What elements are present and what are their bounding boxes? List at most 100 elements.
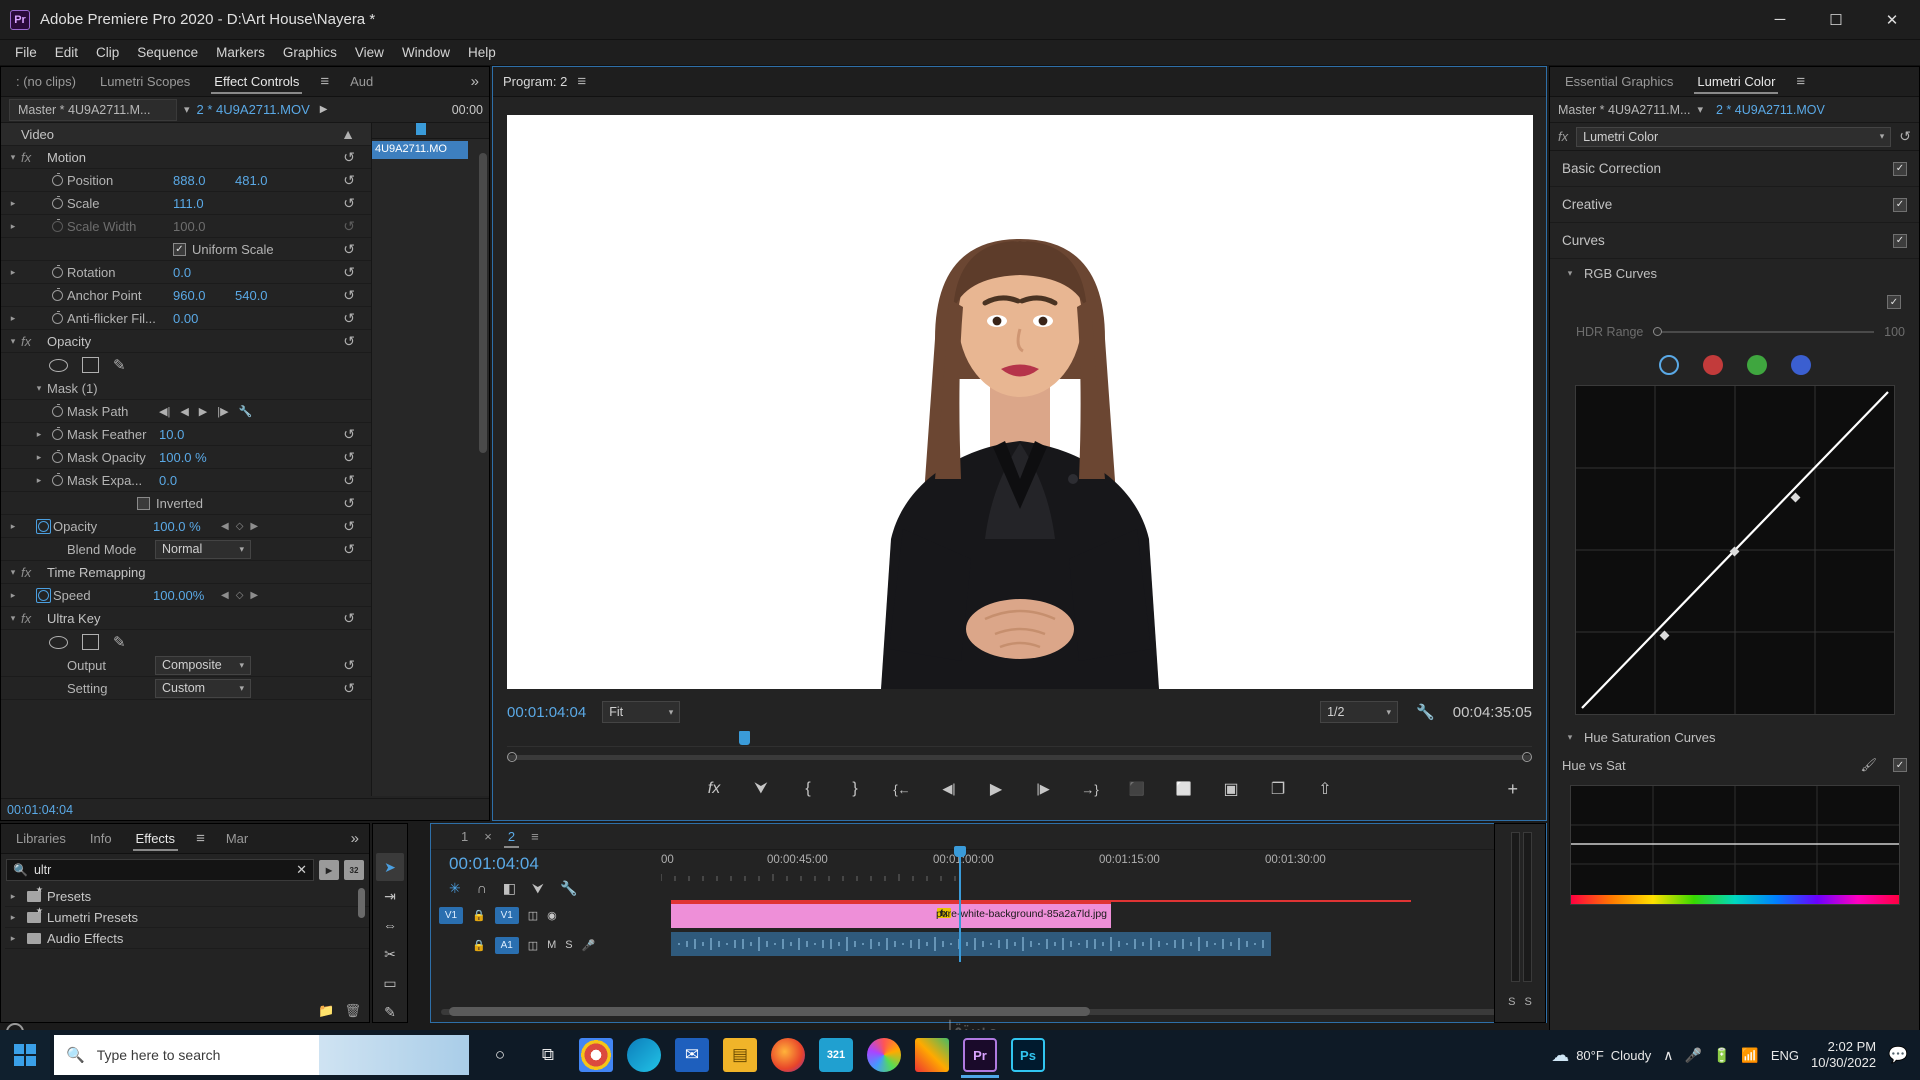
menu-graphics[interactable]: Graphics <box>274 42 346 63</box>
timeline-playhead-timecode[interactable]: 00:01:04:04 <box>449 854 539 874</box>
timeline-playhead[interactable] <box>959 852 961 962</box>
menu-sequence[interactable]: Sequence <box>128 42 207 63</box>
subsection-hue-saturation-curves[interactable]: Hue Saturation Curves <box>1550 723 1919 751</box>
mute-track-button[interactable]: M <box>547 939 556 951</box>
effects-search-input[interactable]: ultr <box>34 863 290 877</box>
group-time-remapping[interactable]: fx Time Remapping <box>1 561 371 584</box>
time-remapping-disclosure-icon[interactable] <box>5 567 21 578</box>
tab-audio[interactable]: Aud <box>339 69 384 94</box>
lumetri-effect-dropdown[interactable]: Lumetri Color ▾ <box>1576 127 1891 147</box>
hdr-range-knob[interactable] <box>1653 327 1662 336</box>
inverted-checkbox[interactable] <box>137 497 150 510</box>
track-mask-forward-all-icon[interactable]: |▶ <box>217 405 228 418</box>
output-reset-icon[interactable]: ↺ <box>343 657 355 674</box>
lumetri-presets-disclosure-icon[interactable] <box>5 912 21 923</box>
setting-reset-icon[interactable]: ↺ <box>343 680 355 697</box>
settings-wrench-icon[interactable]: 🔧 <box>1416 703 1435 721</box>
sequence-tab-1[interactable]: 1 <box>461 829 468 844</box>
lumetri-reset-icon[interactable]: ↺ <box>1899 128 1911 145</box>
task-view-icon[interactable]: ⧉ <box>531 1038 565 1072</box>
321-icon[interactable]: 321 <box>819 1038 853 1072</box>
track-v1-name-button[interactable]: V1 <box>495 907 519 924</box>
linked-selection-icon[interactable]: ◧ <box>503 880 516 897</box>
timeline-clip-a1[interactable] <box>671 932 1271 956</box>
opacity-reset-icon[interactable]: ↺ <box>343 333 355 350</box>
motion-disclosure-icon[interactable] <box>5 152 21 163</box>
next-keyframe-icon[interactable]: ▶ <box>250 590 258 601</box>
hdr-range-slider[interactable] <box>1653 331 1874 333</box>
creative-checkbox[interactable]: ✓ <box>1893 198 1907 212</box>
anti-flicker-stopwatch-icon[interactable] <box>47 313 67 324</box>
prop-mask-feather[interactable]: Mask Feather 10.0 ↺ <box>1 423 371 446</box>
playback-resolution-dropdown[interactable]: 1/2 ▾ <box>1320 701 1398 723</box>
eye-icon[interactable]: ◉ <box>547 909 557 922</box>
program-monitor-title[interactable]: Program: 2 <box>503 74 567 89</box>
mask-disclosure-icon[interactable] <box>31 383 47 394</box>
mask-expansion-reset-icon[interactable]: ↺ <box>343 472 355 489</box>
export-icon[interactable]: ⇧ <box>1312 779 1338 799</box>
go-to-out-icon[interactable]: →} <box>1077 782 1103 797</box>
prop-scale-width[interactable]: Scale Width 100.0 ↺ <box>1 215 371 238</box>
zoom-knob-left[interactable] <box>507 752 517 762</box>
ripple-edit-tool[interactable]: ⇔ <box>376 911 404 939</box>
prop-speed[interactable]: Speed 100.00% ◀ ◇ ▶ <box>1 584 371 607</box>
setting-dropdown[interactable]: Custom ▾ <box>155 679 251 698</box>
program-zoom-scrollbar[interactable] <box>507 751 1532 763</box>
network-icon[interactable]: 📶 <box>1741 1047 1758 1064</box>
export-effects-icon[interactable]: fx <box>701 780 727 798</box>
add-marker-icon[interactable]: ⮟ <box>748 780 774 798</box>
prop-mask-expansion[interactable]: Mask Expa... 0.0 ↺ <box>1 469 371 492</box>
menu-view[interactable]: View <box>346 42 393 63</box>
chevron-down-icon[interactable]: ▾ <box>1690 103 1710 116</box>
position-y-value[interactable]: 481.0 <box>235 173 268 188</box>
blue-curve-wheel[interactable] <box>1791 355 1811 375</box>
program-panel-menu-icon[interactable]: ≡ <box>577 73 586 90</box>
anchor-x-value[interactable]: 960.0 <box>173 288 235 303</box>
mask-expansion-value[interactable]: 0.0 <box>159 473 177 488</box>
rgb-curves-enable-checkbox[interactable]: ✓ <box>1887 295 1901 309</box>
sequence-tab-2[interactable]: 2 <box>508 829 515 844</box>
menu-edit[interactable]: Edit <box>46 42 87 63</box>
menu-window[interactable]: Window <box>393 42 459 63</box>
file-explorer-icon[interactable]: ▤ <box>723 1038 757 1072</box>
tab-lumetri-color[interactable]: Lumetri Color <box>1686 69 1786 94</box>
anti-flicker-value[interactable]: 0.00 <box>173 311 198 326</box>
prop-anchor-point[interactable]: Anchor Point 960.0 540.0 ↺ <box>1 284 371 307</box>
curves-checkbox[interactable]: ✓ <box>1893 234 1907 248</box>
zoom-level-dropdown[interactable]: Fit ▾ <box>602 701 680 723</box>
button-editor-icon[interactable]: + <box>1507 779 1518 800</box>
pen-tool[interactable]: ✎ <box>376 998 404 1026</box>
menu-file[interactable]: File <box>6 42 46 63</box>
program-video-area[interactable] <box>507 115 1533 689</box>
section-basic-correction[interactable]: Basic Correction ✓ <box>1550 151 1919 187</box>
mask-path-stopwatch-icon[interactable] <box>47 406 67 417</box>
tab-effects[interactable]: Effects <box>125 826 187 851</box>
meter-solo-right[interactable]: S <box>1525 996 1532 1008</box>
anti-flicker-reset-icon[interactable]: ↺ <box>343 310 355 327</box>
group-ultra-key[interactable]: fx Ultra Key ↺ <box>1 607 371 630</box>
section-curves[interactable]: Curves ✓ <box>1550 223 1919 259</box>
firefox-icon[interactable] <box>771 1038 805 1072</box>
mark-in-icon[interactable]: { <box>795 780 821 798</box>
speed-stopwatch-icon[interactable] <box>33 588 53 603</box>
red-curve-wheel[interactable] <box>1703 355 1723 375</box>
position-reset-icon[interactable]: ↺ <box>343 172 355 189</box>
taskbar-search-input[interactable]: Type here to search <box>97 1047 221 1063</box>
scale-width-disclosure-icon[interactable] <box>5 221 21 232</box>
maximize-button[interactable]: ☐ <box>1808 0 1864 40</box>
rotation-value[interactable]: 0.0 <box>173 265 191 280</box>
cortana-icon[interactable]: ○ <box>483 1038 517 1072</box>
accelerated-effects-icon[interactable]: ▶ <box>319 860 339 880</box>
prop-anti-flicker[interactable]: Anti-flicker Fil... 0.00 ↺ <box>1 307 371 330</box>
hue-saturation-disclosure-icon[interactable] <box>1562 732 1578 743</box>
ultra-key-disclosure-icon[interactable] <box>5 613 21 624</box>
prop-setting[interactable]: Setting Custom ▾ ↺ <box>1 677 371 700</box>
effects-list-scrollbar[interactable] <box>358 888 365 918</box>
prev-keyframe-icon[interactable]: ◀ <box>221 590 229 601</box>
speed-value[interactable]: 100.00% <box>153 588 221 603</box>
mask-feather-disclosure-icon[interactable] <box>31 429 47 440</box>
menu-help[interactable]: Help <box>459 42 505 63</box>
output-dropdown[interactable]: Composite ▾ <box>155 656 251 675</box>
timeline-settings-icon[interactable]: 🔧 <box>560 880 577 897</box>
section-creative[interactable]: Creative ✓ <box>1550 187 1919 223</box>
